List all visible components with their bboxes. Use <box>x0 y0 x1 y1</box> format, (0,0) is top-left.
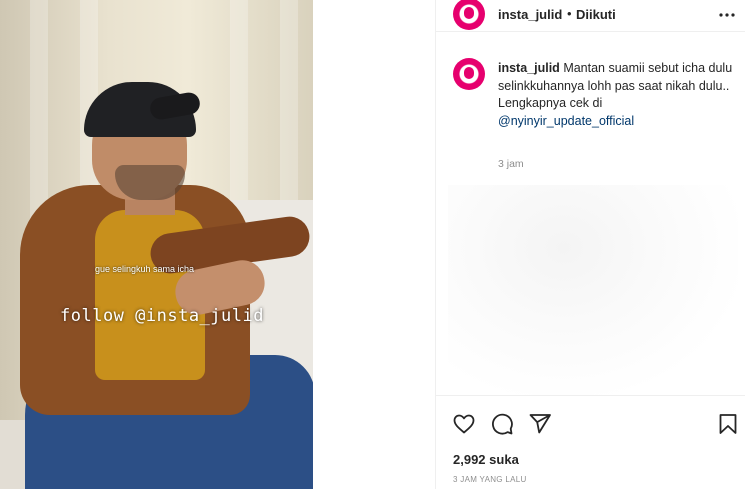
video-watermark: follow @insta_julid <box>60 306 264 326</box>
avatar[interactable] <box>453 58 485 90</box>
comment-icon[interactable] <box>490 412 514 436</box>
likes-number: 2,992 <box>453 452 486 467</box>
header-separator: • <box>567 6 572 21</box>
mention-link[interactable]: @nyinyir_update_official <box>498 114 634 128</box>
action-bar: 2,992 suka 3 JAM YANG LALU <box>436 395 745 489</box>
post-sidebar: insta_julid • Diikuti insta_julid Mantan… <box>435 0 745 489</box>
comment-time: 3 jam <box>498 158 524 170</box>
likes-label: suka <box>489 452 519 467</box>
video-caption: gue selingkuh sama icha <box>95 264 195 274</box>
follow-status-button[interactable]: Diikuti <box>576 7 616 22</box>
comments-area <box>448 185 738 395</box>
more-horizontal-icon[interactable] <box>718 6 736 24</box>
comment-body: insta_julid Mantan suamii sebut icha dul… <box>498 60 738 130</box>
post-header: insta_julid • Diikuti <box>436 0 745 32</box>
avatar[interactable] <box>453 0 485 30</box>
header-username[interactable]: insta_julid <box>498 7 562 22</box>
heart-icon[interactable] <box>452 412 476 436</box>
post-video[interactable]: gue selingkuh sama icha follow @insta_ju… <box>0 0 313 489</box>
bookmark-icon[interactable] <box>716 412 740 436</box>
comment-username[interactable]: insta_julid <box>498 61 560 75</box>
comment-text-continued: Lengkapnya cek di <box>498 96 603 110</box>
likes-count[interactable]: 2,992 suka <box>453 452 519 467</box>
post-timestamp: 3 JAM YANG LALU <box>453 475 527 484</box>
send-icon[interactable] <box>528 412 552 436</box>
person-beard <box>115 165 185 200</box>
